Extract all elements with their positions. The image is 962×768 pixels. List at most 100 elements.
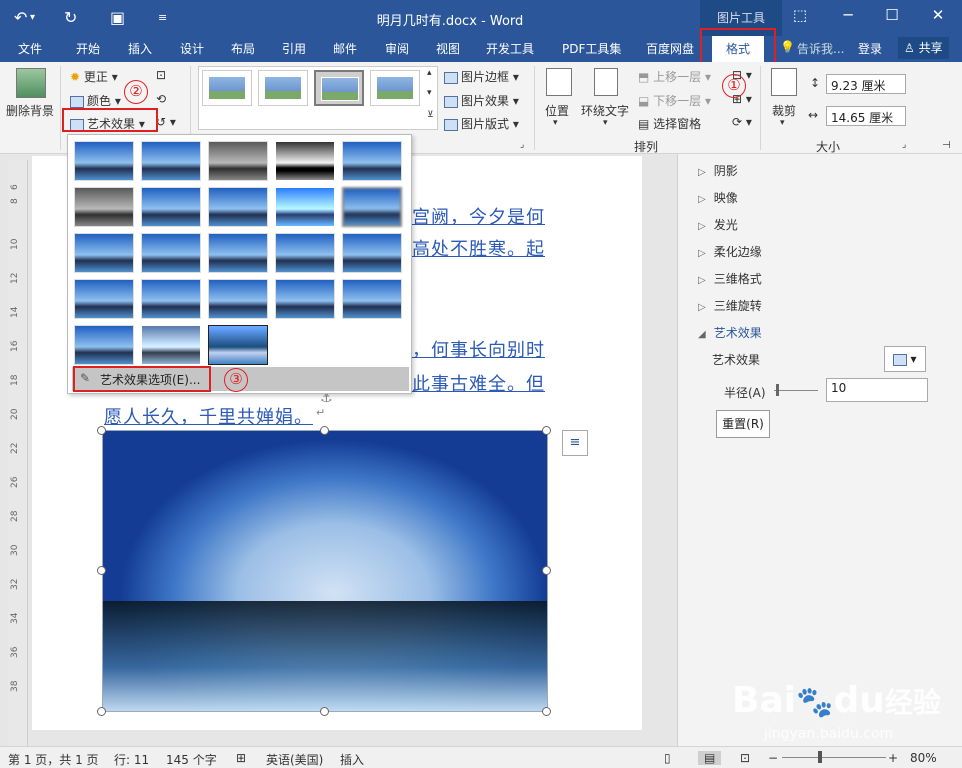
login-link[interactable]: 登录 xyxy=(858,40,882,57)
tab-layout[interactable]: 布局 xyxy=(231,40,255,57)
effect-thumbnail[interactable] xyxy=(208,325,268,365)
picture-style-4[interactable] xyxy=(370,70,420,106)
resize-handle[interactable] xyxy=(97,566,106,575)
tab-insert[interactable]: 插入 xyxy=(128,40,152,57)
tab-file[interactable]: 文件 xyxy=(18,40,42,57)
line-number[interactable]: 行: 11 xyxy=(114,751,149,768)
crop-dropdown-icon[interactable]: ▾ xyxy=(780,118,785,128)
document-line[interactable]: ，何事长向别时 xyxy=(412,336,545,362)
color-button[interactable]: 颜色 ▾ xyxy=(70,92,121,109)
wrap-text-dropdown-icon[interactable]: ▾ xyxy=(603,118,608,128)
wrap-text-icon[interactable] xyxy=(594,68,618,96)
crop-button[interactable]: 裁剪 xyxy=(772,102,796,119)
effect-thumbnail[interactable] xyxy=(275,141,335,181)
minimize-button[interactable]: ─ xyxy=(836,6,860,24)
effect-thumbnail[interactable] xyxy=(74,141,134,181)
collapse-ribbon-icon[interactable]: ⊣ xyxy=(942,140,951,151)
effect-thumbnail[interactable] xyxy=(74,233,134,273)
tab-home[interactable]: 开始 xyxy=(76,40,100,57)
picture-style-3[interactable] xyxy=(314,70,364,106)
effect-thumbnail[interactable] xyxy=(141,279,201,319)
bring-forward-button[interactable]: ⬒ 上移一层 ▾ xyxy=(638,68,711,85)
reset-button[interactable]: 重置(R) xyxy=(716,410,770,438)
pane-section-reflection[interactable]: ▷ 映像 xyxy=(698,189,738,206)
radius-field[interactable]: 10 xyxy=(826,378,928,402)
tab-pdf-tools[interactable]: PDF工具集 xyxy=(562,40,621,57)
effect-thumbnail[interactable] xyxy=(275,233,335,273)
language[interactable]: 英语(美国) xyxy=(266,751,323,768)
size-dialog-launcher-icon[interactable]: ⌟ xyxy=(902,140,906,150)
rotate-icon[interactable]: ⟳ ▾ xyxy=(732,115,752,129)
picture-effects-button[interactable]: 图片效果 ▾ xyxy=(444,92,519,109)
dialog-launcher-icon[interactable]: ⌟ xyxy=(520,140,524,150)
width-field[interactable]: 14.65 厘米 xyxy=(826,106,906,126)
radius-slider[interactable] xyxy=(774,390,818,391)
resize-handle[interactable] xyxy=(542,426,551,435)
tab-mailings[interactable]: 邮件 xyxy=(333,40,357,57)
zoom-in-icon[interactable]: + xyxy=(888,751,898,765)
close-button[interactable]: ✕ xyxy=(926,6,950,24)
tab-design[interactable]: 设计 xyxy=(180,40,204,57)
pane-section-shadow[interactable]: ▷ 阴影 xyxy=(698,162,738,179)
print-layout-icon[interactable]: ▤ xyxy=(698,751,722,765)
document-line[interactable]: 宫阙，今夕是何 xyxy=(412,203,545,229)
effect-thumbnail[interactable] xyxy=(342,233,402,273)
effect-thumbnail[interactable] xyxy=(141,141,201,181)
effect-thumbnail[interactable] xyxy=(141,233,201,273)
tell-me-box[interactable]: 告诉我... xyxy=(797,40,844,57)
corrections-button[interactable]: ✹ 更正 ▾ xyxy=(70,68,118,85)
tab-review[interactable]: 审阅 xyxy=(385,40,409,57)
pane-section-soft-edges[interactable]: ▷ 柔化边缘 xyxy=(698,243,762,260)
effect-thumbnail[interactable] xyxy=(208,279,268,319)
ribbon-display-icon[interactable]: ⬚ xyxy=(788,6,812,24)
picture-border-button[interactable]: 图片边框 ▾ xyxy=(444,68,519,85)
selection-pane-button[interactable]: ▤ 选择窗格 xyxy=(638,115,701,132)
effect-thumbnail-blur-selected[interactable] xyxy=(342,187,402,227)
pane-section-3d-format[interactable]: ▷ 三维格式 xyxy=(698,270,762,287)
document-line[interactable]: 愿人长久，千里共婵娟。 xyxy=(104,403,313,429)
effect-thumbnail[interactable] xyxy=(74,279,134,319)
resize-handle[interactable] xyxy=(97,426,106,435)
insert-mode[interactable]: 插入 xyxy=(340,751,364,768)
pane-section-artistic-effects[interactable]: ◢ 艺术效果 xyxy=(698,324,762,341)
effect-thumbnail[interactable] xyxy=(342,279,402,319)
effect-thumbnail[interactable] xyxy=(141,325,201,365)
effect-thumbnail[interactable] xyxy=(275,187,335,227)
resize-handle[interactable] xyxy=(542,566,551,575)
effect-thumbnail[interactable] xyxy=(208,187,268,227)
effect-thumbnail[interactable] xyxy=(74,325,134,365)
document-line[interactable]: 高处不胜寒。起 xyxy=(412,235,545,261)
picture-style-2[interactable] xyxy=(258,70,308,106)
change-picture-icon[interactable]: ⟲ xyxy=(156,92,166,106)
crop-icon[interactable] xyxy=(771,68,797,96)
effect-thumbnail[interactable] xyxy=(208,141,268,181)
moon-picture[interactable] xyxy=(102,430,548,712)
artistic-effect-picker[interactable]: ▾ xyxy=(884,346,926,372)
picture-style-1[interactable] xyxy=(202,70,252,106)
pane-section-3d-rotation[interactable]: ▷ 三维旋转 xyxy=(698,297,762,314)
remove-background-icon[interactable] xyxy=(16,68,46,98)
picture-layout-button[interactable]: 图片版式 ▾ xyxy=(444,115,519,132)
resize-handle[interactable] xyxy=(542,707,551,716)
gallery-scroll-up-icon[interactable]: ▴ xyxy=(427,68,432,78)
radius-slider-thumb[interactable] xyxy=(776,384,779,396)
zoom-slider-thumb[interactable] xyxy=(818,751,822,763)
position-icon[interactable] xyxy=(546,68,572,96)
tell-me-icon[interactable]: 💡 xyxy=(780,40,795,54)
layout-options-icon[interactable]: ≡ xyxy=(562,430,588,456)
word-count[interactable]: 145 个字 xyxy=(166,751,217,768)
wrap-text-button[interactable]: 环绕文字 xyxy=(581,102,629,119)
effect-thumbnail[interactable] xyxy=(208,233,268,273)
document-line[interactable]: 此事古难全。但 xyxy=(412,370,545,396)
effect-thumbnail[interactable] xyxy=(342,141,402,181)
tab-view[interactable]: 视图 xyxy=(436,40,460,57)
reset-picture-icon[interactable]: ↺ ▾ xyxy=(156,115,176,129)
resize-handle[interactable] xyxy=(320,426,329,435)
compress-pictures-icon[interactable]: ⊡ xyxy=(156,68,166,82)
tab-references[interactable]: 引用 xyxy=(282,40,306,57)
resize-handle[interactable] xyxy=(320,707,329,716)
resize-handle[interactable] xyxy=(97,707,106,716)
zoom-out-icon[interactable]: − xyxy=(768,751,778,765)
remove-background-button[interactable]: 删除背景 xyxy=(6,102,54,119)
send-backward-button[interactable]: ⬓ 下移一层 ▾ xyxy=(638,92,711,109)
